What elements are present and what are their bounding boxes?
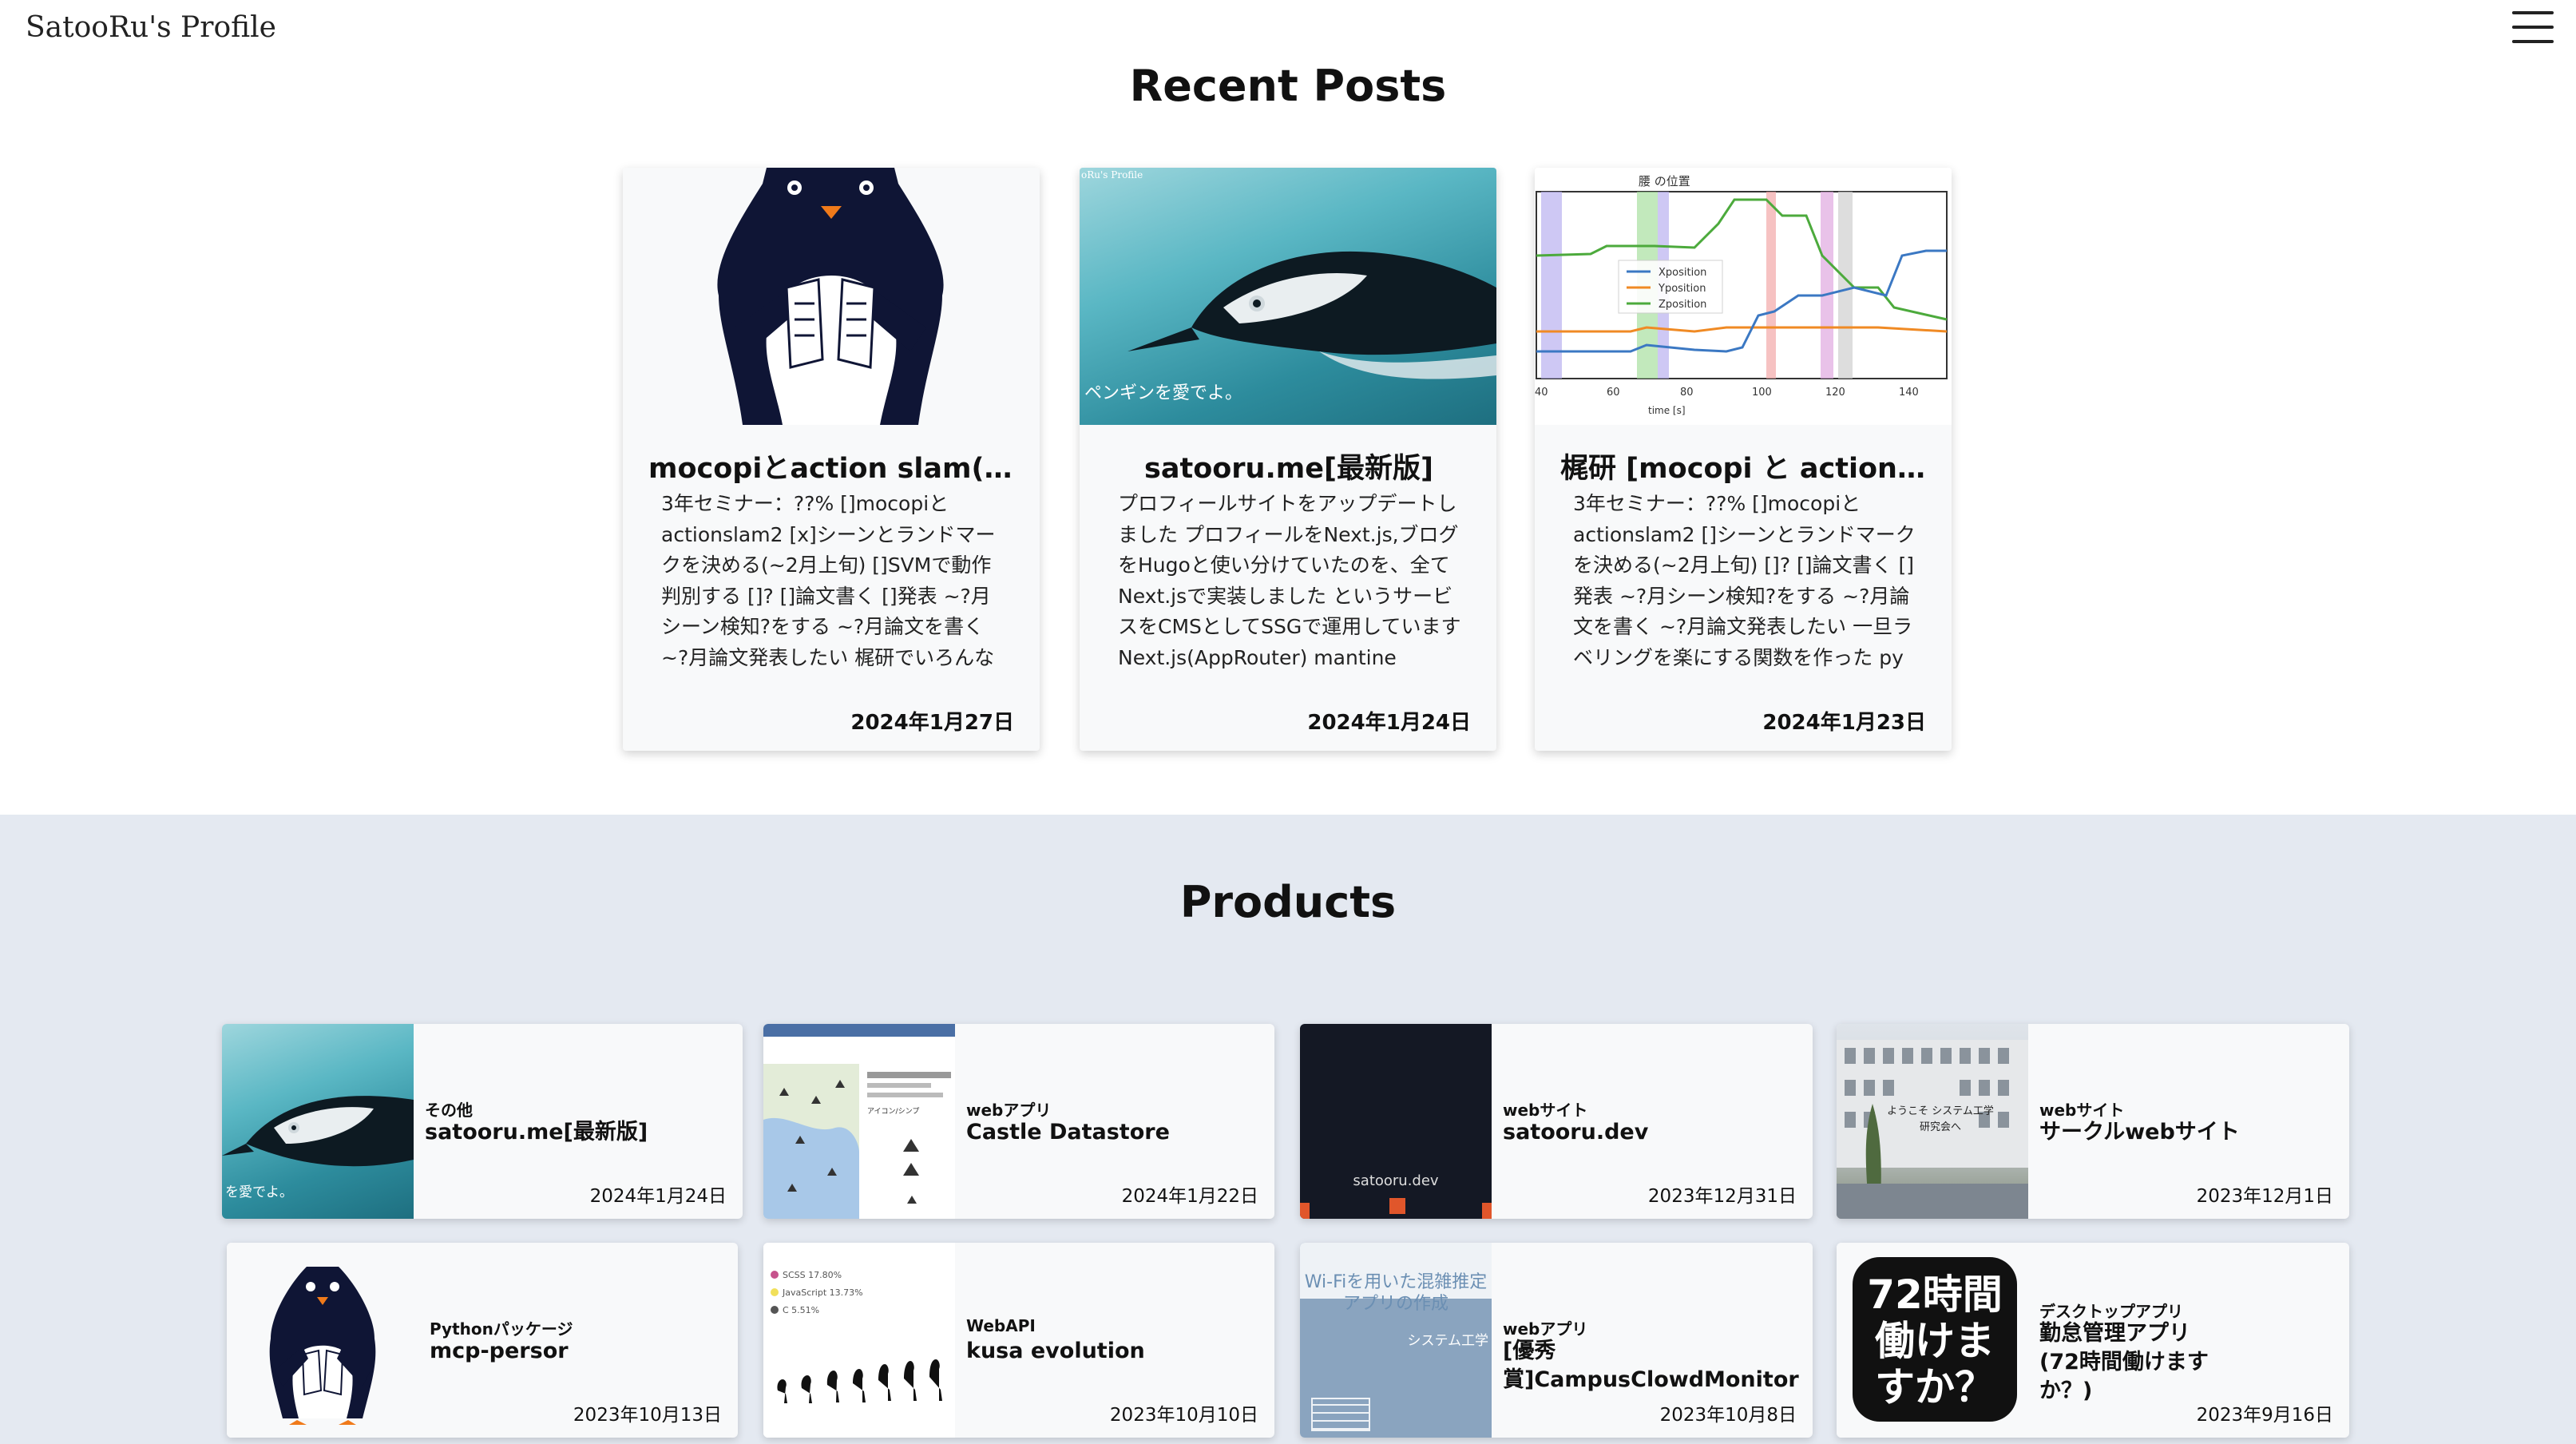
penguin-illustration-icon (227, 1243, 418, 1438)
product-date: 2023年12月31日 (1647, 1186, 1797, 1207)
thumb-mark (1389, 1198, 1405, 1214)
post-title[interactable]: satooru.me[最新版] (1105, 446, 1472, 486)
product-thumbnail (227, 1243, 418, 1438)
product-category: webアプリ (1503, 1319, 1588, 1339)
chart-title: 腰 の位置 (1639, 174, 1690, 188)
site-header: SatooRu's Profile (0, 0, 2576, 64)
product-date: 2024年1月22日 (1121, 1186, 1258, 1207)
post-date: 2024年1月27日 (850, 711, 1014, 735)
post-thumbnail: Xposition Yposition Zposition 腰 の位置 40 6… (1535, 168, 1952, 425)
product-thumbnail: SCSS 17.80% JavaScript 13.73% C 5.51% (763, 1243, 955, 1438)
penguin-illustration-icon (623, 168, 1040, 425)
legend-item: SCSS 17.80% (783, 1270, 842, 1280)
post-title[interactable]: mocopiとaction slam(SV… (648, 446, 1016, 486)
hamburger-menu-icon[interactable] (2512, 11, 2554, 43)
product-card[interactable]: 72時間働けますか？ デスクトップアプリ 勤怠管理アプリ(72時間働けますか？)… (1837, 1243, 2349, 1438)
thumb-mark (1300, 1203, 1310, 1219)
product-thumbnail: 72時間働けますか？ (1837, 1243, 2028, 1438)
product-thumbnail: アイコン/シンプ (763, 1024, 955, 1219)
map-screenshot-icon: アイコン/シンプ (763, 1024, 955, 1219)
thumb-mark (1482, 1203, 1492, 1219)
thumb-text: アイコン/シンプ (867, 1107, 919, 1116)
app-icon-text: 72時間働けますか？ (1867, 1271, 2003, 1410)
product-category: webサイト (1503, 1101, 1588, 1120)
product-thumbnail: Wi-Fiを用いた混雑推定アプリの作成 システム工学 (1300, 1243, 1492, 1438)
product-thumbnail: satooru.dev (1300, 1024, 1492, 1219)
product-card[interactable]: Pythonパッケージ mcp-persor 2023年10月13日 (227, 1243, 738, 1438)
thumb-label: oRu's Profile (1081, 169, 1143, 180)
product-category: webアプリ (966, 1101, 1052, 1120)
menu-line (2512, 40, 2554, 43)
product-name[interactable]: kusa evolution (966, 1337, 1145, 1366)
product-date: 2023年9月16日 (2196, 1405, 2333, 1426)
product-date: 2023年10月13日 (573, 1405, 722, 1426)
tick: 60 (1607, 387, 1620, 399)
post-thumbnail: oRu's Profile ペンギンを愛でよ。 (1080, 168, 1496, 425)
recent-posts-heading: Recent Posts (1129, 61, 1447, 111)
legend-z: Zposition (1659, 299, 1706, 311)
product-card[interactable]: SCSS 17.80% JavaScript 13.73% C 5.51% We… (763, 1243, 1274, 1438)
site-title[interactable]: SatooRu's Profile (26, 11, 276, 44)
thumb-text: Wi-Fiを用いた混雑推定アプリの作成 (1304, 1272, 1488, 1314)
post-card[interactable]: oRu's Profile ペンギンを愛でよ。 satooru.me[最新版] … (1080, 168, 1496, 751)
evolution-icon: SCSS 17.80% JavaScript 13.73% C 5.51% (763, 1243, 955, 1438)
product-date: 2024年1月24日 (589, 1186, 727, 1207)
thumb-table-icon (1311, 1398, 1370, 1431)
thumb-sub: システム工学 (1407, 1333, 1489, 1349)
products-heading: Products (1179, 877, 1397, 927)
thumb-caption: を愛でよ。 (225, 1184, 293, 1200)
post-thumbnail (623, 168, 1040, 425)
product-name[interactable]: satooru.dev (1503, 1118, 1648, 1147)
product-card[interactable]: を愛でよ。 その他 satooru.me[最新版] 2024年1月24日 (222, 1024, 743, 1219)
post-title[interactable]: 梶研 [mocopi と action sl… (1560, 446, 1928, 486)
legend-y: Yposition (1658, 283, 1706, 295)
legend-x: Xposition (1659, 267, 1706, 279)
legend-item: C 5.51% (783, 1305, 819, 1315)
product-name[interactable]: サークルwebサイト (2039, 1118, 2240, 1147)
line-chart-icon: Xposition Yposition Zposition 腰 の位置 40 6… (1535, 168, 1952, 425)
tick: 120 (1825, 387, 1845, 399)
post-excerpt: 3年セミナー：??% []mocopiとactionslam2 [x]シーンとラ… (661, 492, 1001, 677)
product-name[interactable]: mcp-persor (430, 1337, 569, 1366)
thumb-text: satooru.dev (1353, 1172, 1439, 1189)
product-date: 2023年10月10日 (1109, 1405, 1258, 1426)
menu-line (2512, 11, 2554, 14)
product-card[interactable]: Wi-Fiを用いた混雑推定アプリの作成 システム工学 webアプリ [優秀賞]C… (1300, 1243, 1813, 1438)
post-card[interactable]: mocopiとaction slam(SV… 3年セミナー：??% []moco… (623, 168, 1040, 751)
product-thumbnail: を愛でよ。 (222, 1024, 414, 1219)
legend-item: JavaScript 13.73% (782, 1287, 863, 1298)
product-date: 2023年12月1日 (2196, 1186, 2333, 1207)
post-excerpt: プロフィールサイトをアップデートしました プロフィールをNext.js,ブログを… (1118, 492, 1461, 677)
product-category: Pythonパッケージ (430, 1319, 573, 1339)
post-date: 2024年1月23日 (1762, 711, 1926, 735)
tick: 40 (1535, 387, 1548, 399)
product-name[interactable]: 勤怠管理アプリ(72時間働けますか？) (2039, 1319, 2223, 1406)
menu-line (2512, 26, 2554, 29)
app-icon: 72時間働けますか？ (1853, 1257, 2017, 1422)
tick: 100 (1752, 387, 1772, 399)
product-category: webサイト (2039, 1101, 2125, 1120)
post-excerpt: 3年セミナー：??% []mocopiとactionslam2 []シーンとラン… (1573, 492, 1916, 677)
product-name[interactable]: satooru.me[最新版] (425, 1118, 648, 1147)
product-category: WebAPI (966, 1316, 1036, 1335)
product-name[interactable]: [優秀賞]CampusClowdMonitor (1503, 1337, 1813, 1394)
product-thumbnail: ようこそ システム工学研究会へ (1837, 1024, 2028, 1219)
post-date: 2024年1月24日 (1307, 711, 1471, 735)
tick: 140 (1899, 387, 1919, 399)
product-card[interactable]: satooru.dev webサイト satooru.dev 2023年12月3… (1300, 1024, 1813, 1219)
product-name[interactable]: Castle Datastore (966, 1118, 1170, 1147)
product-date: 2023年10月8日 (1659, 1405, 1797, 1426)
thumb-text: ようこそ システム工学研究会へ (1887, 1105, 1994, 1133)
x-axis-label: time [s] (1648, 405, 1686, 416)
product-card[interactable]: ようこそ システム工学研究会へ webサイト サークルwebサイト 2023年1… (1837, 1024, 2349, 1219)
thumb-caption: ペンギンを愛でよ。 (1084, 383, 1243, 403)
product-category: デスクトップアプリ (2039, 1302, 2183, 1321)
post-card[interactable]: Xposition Yposition Zposition 腰 の位置 40 6… (1535, 168, 1952, 751)
product-card[interactable]: アイコン/シンプ webアプリ Castle Datastore 2024年1月… (763, 1024, 1274, 1219)
product-category: その他 (425, 1101, 473, 1120)
tick: 80 (1680, 387, 1694, 399)
